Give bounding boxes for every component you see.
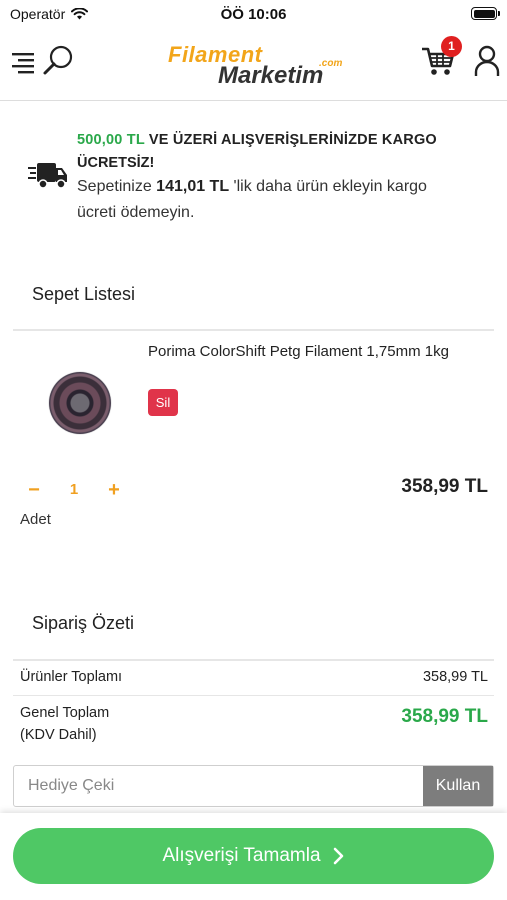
grand-total-vat-note: (KDV Dahil): [20, 727, 97, 743]
gift-voucher-input[interactable]: [14, 766, 422, 806]
complete-purchase-label: Alışverişi Tamamla: [162, 845, 321, 866]
battery-icon: [471, 7, 500, 20]
app-header: Filament Marketim .com 1: [0, 28, 507, 101]
shipping-headline-text: VE ÜZERİ ALIŞVERİŞLERİNİZDE KARGO: [144, 132, 437, 148]
checkout-bar: Alışverişi Tamamla: [0, 813, 507, 900]
remove-item-button[interactable]: Sil: [148, 389, 178, 416]
shipping-threshold: 500,00 TL: [77, 132, 145, 148]
user-icon[interactable]: [473, 44, 501, 78]
divider: [13, 659, 494, 661]
shipping-remaining-amount: 141,01 TL: [156, 178, 230, 195]
status-time: ÖÖ 10:06: [220, 6, 287, 23]
gift-voucher-form: Kullan: [13, 765, 494, 807]
quantity-value: 1: [69, 481, 79, 498]
logo-word-marketim: Marketim: [218, 62, 324, 89]
apply-voucher-button[interactable]: Kullan: [423, 766, 493, 806]
cart-section-title: Sepet Listesi: [32, 284, 136, 304]
divider: [13, 329, 494, 331]
shipping-remaining-prefix: Sepetinize: [77, 178, 157, 195]
quantity-decrease-button[interactable]: −: [22, 478, 46, 502]
shipping-headline: 500,00 TL VE ÜZERİ ALIŞVERİŞLERİNİZDE KA…: [77, 132, 437, 148]
shipping-remaining-text-cont: ücreti ödemeyin.: [77, 204, 195, 221]
products-total-value: 358,99 TL: [422, 669, 488, 685]
quantity-label: Adet: [20, 511, 51, 528]
menu-icon[interactable]: [10, 50, 36, 74]
summary-section-title: Sipariş Özeti: [32, 613, 135, 633]
brand-logo[interactable]: Filament Marketim .com: [168, 42, 343, 92]
grand-total-label: Genel Toplam: [20, 705, 110, 721]
shipping-remaining-text: Sepetinize 141,01 TL 'lik daha ürün ekle…: [77, 178, 427, 196]
products-total-label: Ürünler Toplamı: [20, 669, 123, 685]
grand-total-value: 358,99 TL: [401, 706, 488, 727]
cart-count-badge: 1: [441, 36, 462, 57]
status-bar: Operatör ÖÖ 10:06: [0, 0, 507, 28]
search-icon[interactable]: [42, 44, 76, 78]
chevron-right-icon: [333, 847, 343, 865]
quantity-increase-button[interactable]: +: [102, 478, 126, 502]
delivery-truck-icon: [28, 163, 67, 189]
free-shipping-notice: 500,00 TL VE ÜZERİ ALIŞVERİŞLERİNİZDE KA…: [0, 128, 507, 228]
item-price: 358,99 TL: [401, 476, 488, 497]
logo-domain: .com: [319, 58, 343, 69]
shipping-remaining-suffix: 'lik daha ürün ekleyin kargo: [229, 178, 427, 195]
product-name[interactable]: Porima ColorShift Petg Filament 1,75mm 1…: [148, 340, 478, 363]
divider: [13, 695, 494, 696]
complete-purchase-button[interactable]: Alışverişi Tamamla: [13, 828, 494, 884]
product-image[interactable]: [49, 372, 111, 434]
shipping-headline-cont: ÜCRETSİZ!: [77, 155, 155, 171]
